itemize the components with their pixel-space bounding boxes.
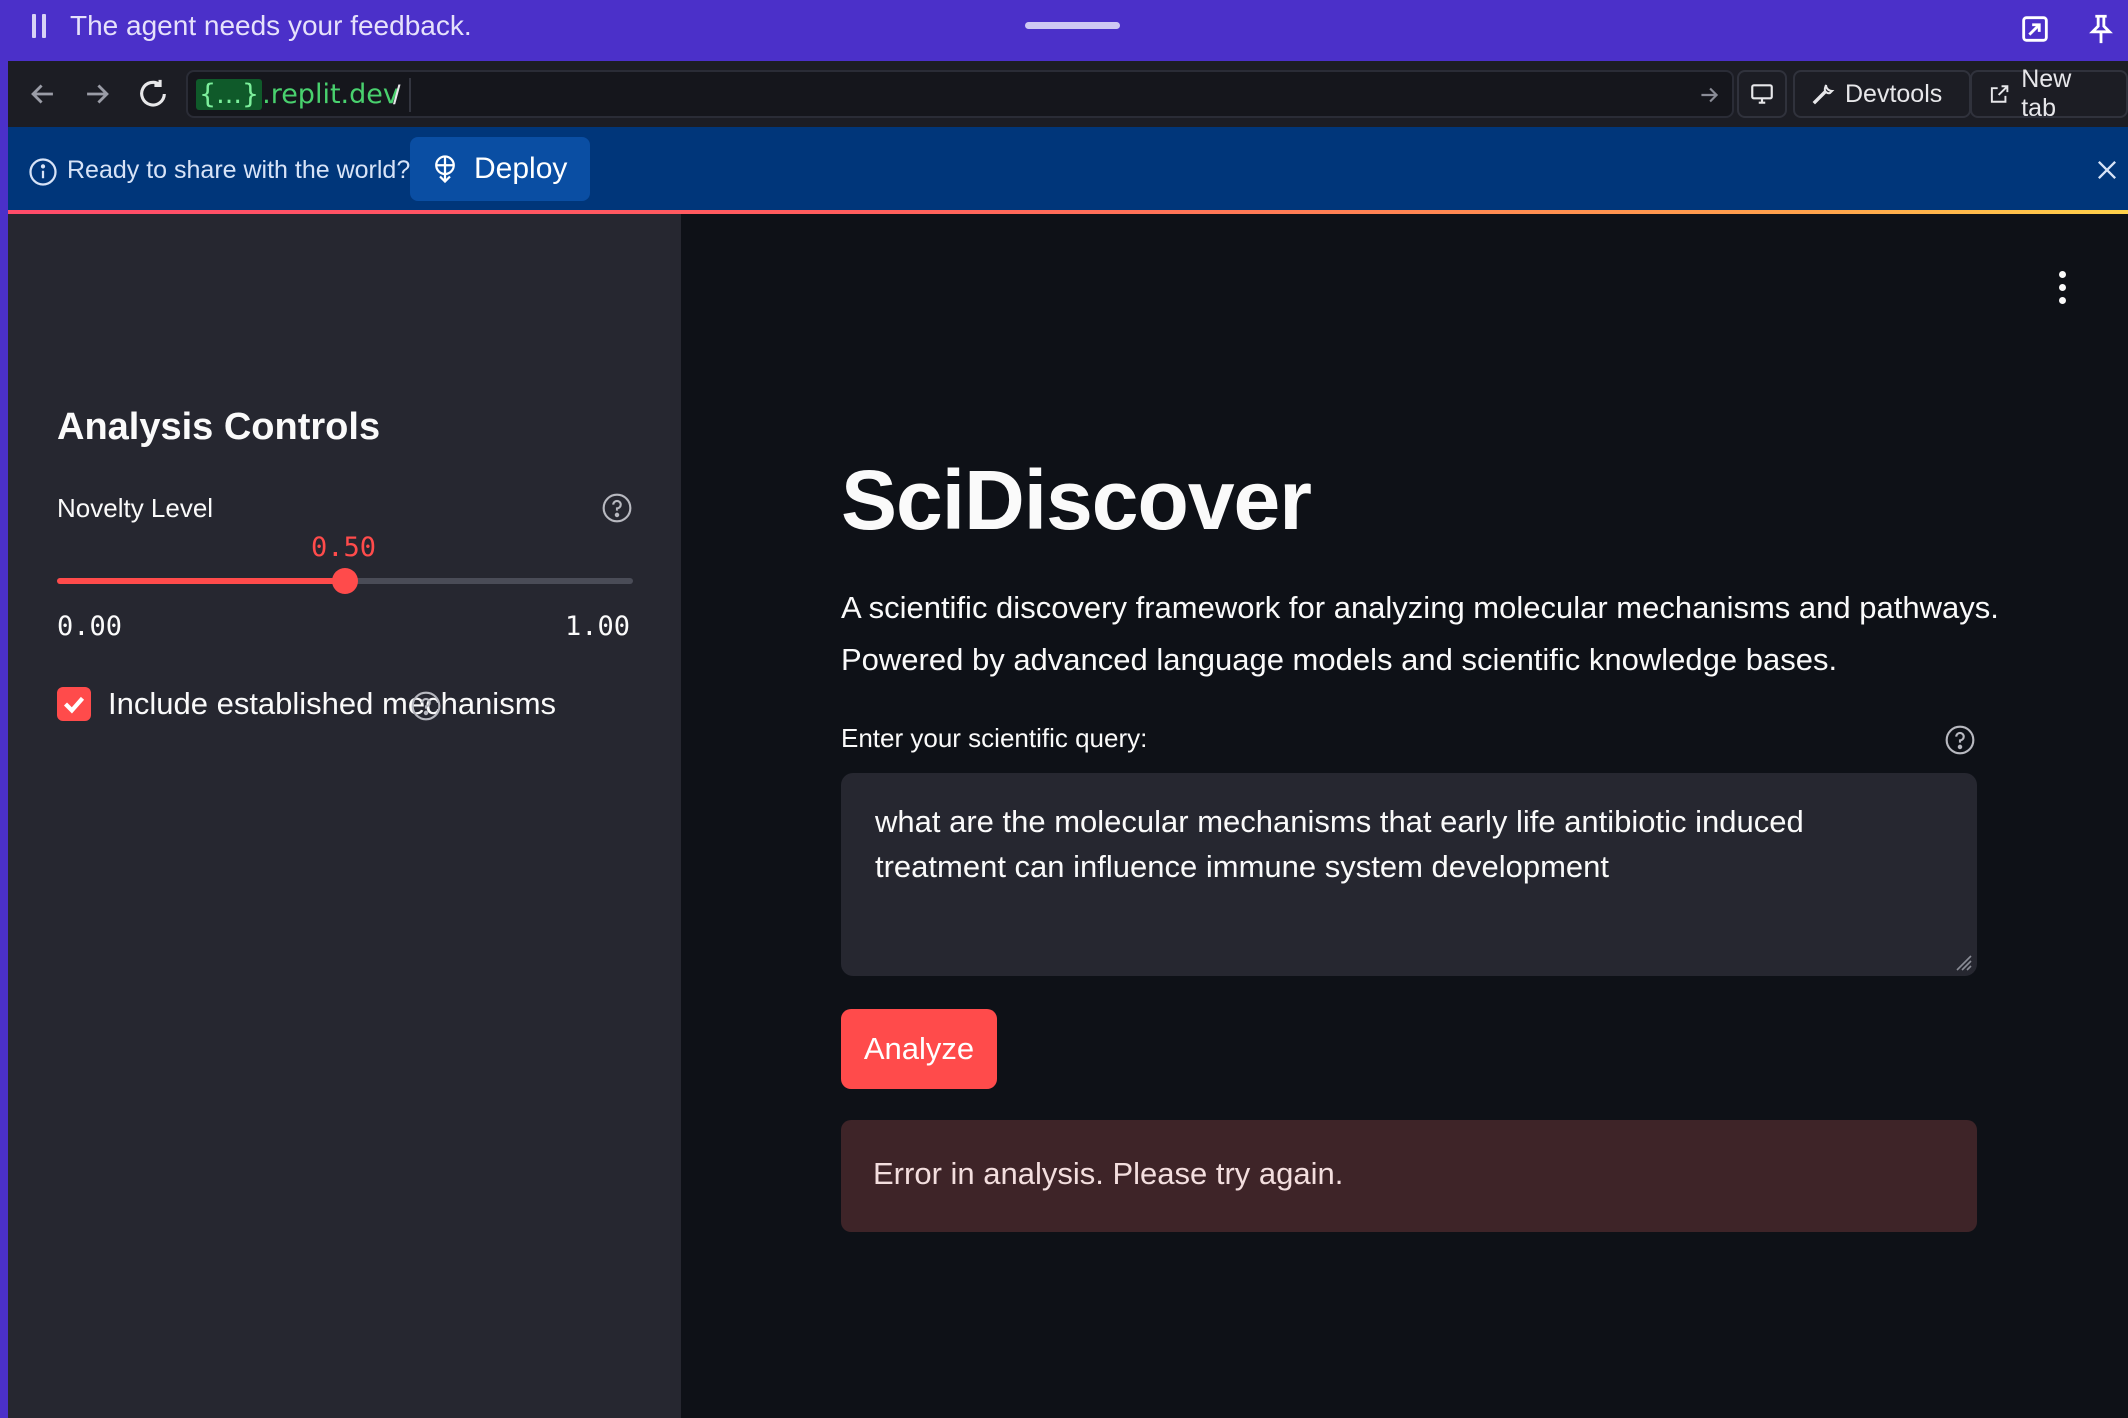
page-description: A scientific discovery framework for ana… [841,590,1999,677]
deploy-label: Deploy [474,152,568,185]
query-label: Enter your scientific query: [841,723,1148,753]
novelty-slider[interactable] [57,568,633,594]
more-options-icon[interactable] [2057,271,2067,305]
reload-icon[interactable] [136,77,170,111]
drag-handle[interactable] [1025,22,1120,29]
external-link-icon [1990,85,2009,103]
close-icon[interactable] [2093,156,2121,184]
page-title: SciDiscover [841,453,1312,547]
device-preview-button[interactable] [1737,70,1787,118]
query-help-icon[interactable] [1944,724,1976,756]
deploy-button[interactable]: Deploy [410,137,590,201]
slider-max: 1.00 [565,611,631,642]
wrench-icon [1812,84,1835,105]
established-mechanisms-checkbox[interactable] [57,687,91,721]
analyze-button[interactable]: Analyze [841,1009,997,1089]
info-icon [28,157,58,187]
go-arrow-icon[interactable] [1696,82,1722,108]
slider-thumb[interactable] [332,568,358,594]
sidebar: Analysis Controls Novelty Level 0.50 0.0… [8,214,681,1418]
devtools-label: Devtools [1845,79,1943,108]
slider-min: 0.00 [57,611,123,642]
devtools-button[interactable]: Devtools [1793,70,1971,118]
browser-toolbar: {...} .replit.dev / Devtools New tab [8,61,2128,127]
error-message: Error in analysis. Please try again. [873,1156,1344,1191]
monitor-icon [1751,84,1773,104]
url-bar[interactable]: {...} .replit.dev / [186,70,1734,118]
url-path: / [393,80,401,110]
sidebar-title: Analysis Controls [57,406,381,448]
pin-icon[interactable] [2084,12,2118,46]
back-icon[interactable] [26,77,60,111]
forward-icon[interactable] [80,77,114,111]
new-tab-button[interactable]: New tab [1970,65,2128,122]
query-text: what are the molecular mechanisms that e… [875,804,1804,884]
checkbox-help-icon[interactable] [410,690,442,722]
main-content: SciDiscover A scientific discovery frame… [681,214,2128,1418]
pause-icon[interactable] [30,14,48,40]
resize-grip-icon[interactable] [1951,950,1973,972]
new-tab-label: New tab [2021,65,2072,122]
popout-icon[interactable] [2018,12,2052,46]
novelty-help-icon[interactable] [601,492,633,524]
established-mechanisms-label[interactable]: Include established mechanisms [108,686,556,722]
novelty-label: Novelty Level [57,493,214,523]
novelty-value: 0.50 [311,532,377,563]
agent-feedback-banner: The agent needs your feedback. [0,0,2128,61]
slider-fill [57,578,345,584]
url-domain: {...} .replit.dev [196,78,411,112]
deploy-icon [435,155,455,184]
deploy-banner: Ready to share with the world? Deploy [8,127,2128,212]
error-alert: Error in analysis. Please try again. [841,1120,1977,1232]
query-textarea[interactable]: what are the molecular mechanisms that e… [841,773,1977,976]
checkmark-icon [63,696,85,714]
agent-message: The agent needs your feedback. [70,10,472,41]
deploy-prompt: Ready to share with the world? [67,156,411,184]
